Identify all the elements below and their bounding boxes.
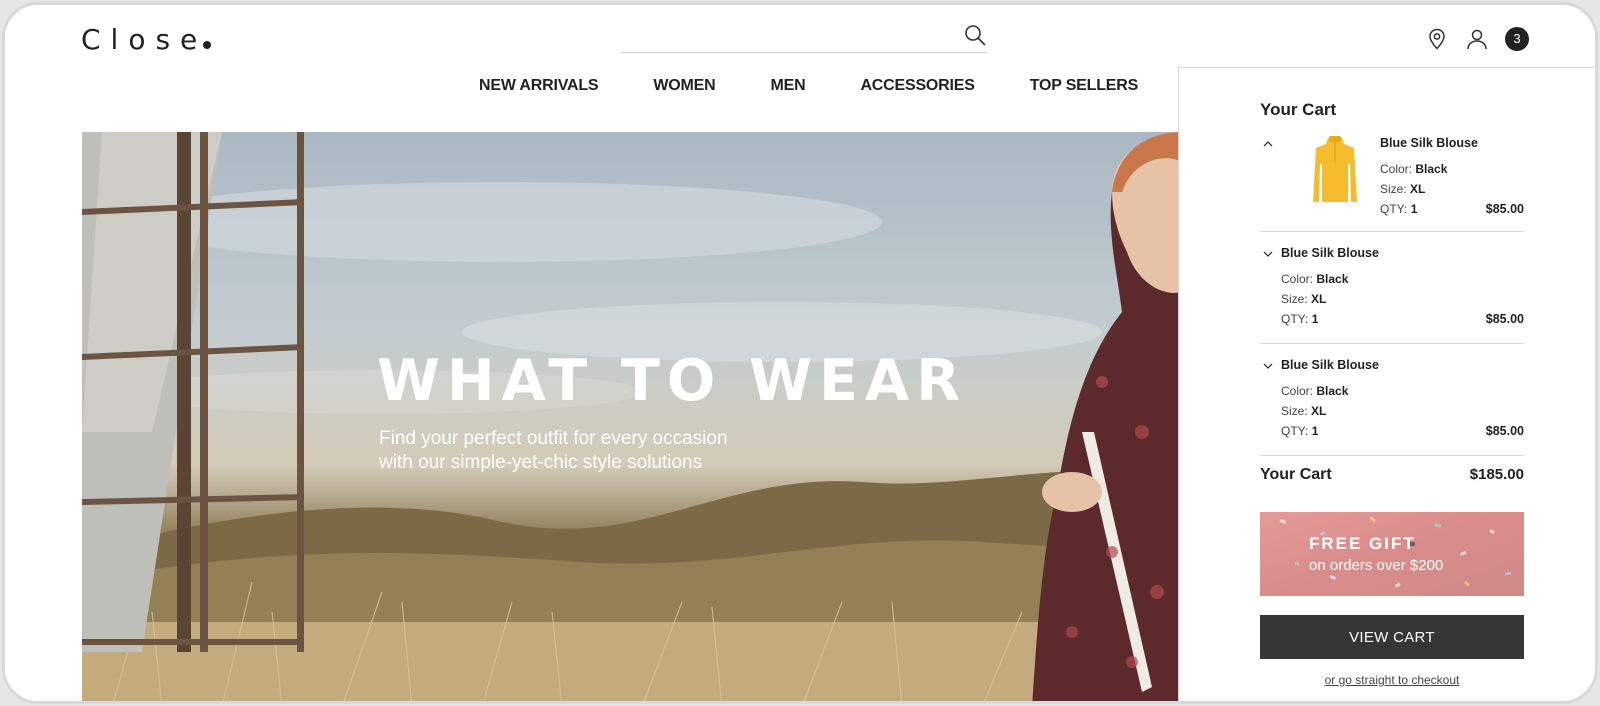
color-label: Color:	[1281, 272, 1314, 286]
cart-item-name[interactable]: Blue Silk Blouse	[1281, 246, 1524, 260]
cart-item-price: $85.00	[1485, 424, 1524, 438]
cart-total-label: Your Cart	[1260, 466, 1332, 483]
cart-item: Blue Silk Blouse Color: Black Size: XL Q…	[1260, 344, 1524, 456]
hero-subtitle: Find your perfect outfit for every occas…	[379, 427, 799, 475]
size-label: Size:	[1281, 292, 1308, 306]
nav-item-top-sellers[interactable]: TOP SELLERS	[1030, 77, 1139, 95]
nav-item-new-arrivals[interactable]: NEW ARRIVALS	[479, 77, 599, 95]
cart-total-value: $185.00	[1469, 466, 1524, 483]
qty-value: 1	[1311, 424, 1319, 438]
search-input[interactable]	[621, 21, 951, 51]
color-value: Black	[1316, 272, 1349, 286]
nav-item-men[interactable]: MEN	[770, 77, 805, 95]
color-label: Color:	[1380, 162, 1413, 176]
cart-item: Blue Silk Blouse Color: Black Size: XL Q…	[1260, 132, 1524, 232]
cart-item-name[interactable]: Blue Silk Blouse	[1281, 358, 1524, 372]
confetti-graphic	[1279, 516, 1512, 588]
browser-frame: Close 3 NEW ARRIVALS WOMEN MEN ACCESSORI…	[2, 2, 1598, 704]
chevron-down-icon[interactable]	[1262, 248, 1274, 260]
cart-title: Your Cart	[1260, 100, 1337, 119]
cart-item: Blue Silk Blouse Color: Black Size: XL Q…	[1260, 232, 1524, 344]
cart-total: Your Cart $185.00	[1260, 466, 1524, 484]
hero-banner: WHAT TO WEAR Find your perfect outfit fo…	[82, 132, 1182, 701]
size-label: Size:	[1281, 404, 1308, 418]
cart-item-color: Color: Black	[1281, 269, 1524, 289]
cart-item-size: Size: XL	[1281, 401, 1524, 421]
nav-item-accessories[interactable]: ACCESSORIES	[860, 77, 974, 95]
hero-subtitle-line-2: with our simple-yet-chic style solutions	[379, 452, 703, 473]
cart-item-size: Size: XL	[1380, 179, 1524, 199]
brand-logo-text: Close	[81, 23, 208, 56]
promo-title: FREE GIFT	[1309, 534, 1416, 553]
cart-item-color: Color: Black	[1380, 159, 1524, 179]
cart-item-details: Blue Silk Blouse Color: Black Size: XL Q…	[1281, 246, 1524, 329]
location-pin-icon[interactable]	[1425, 27, 1449, 51]
cart-count-badge[interactable]: 3	[1505, 27, 1529, 51]
cart-dropdown-panel: Your Cart Blue Silk Blouse Color: Black …	[1178, 67, 1595, 701]
product-thumbnail[interactable]	[1310, 134, 1360, 206]
chevron-down-icon[interactable]	[1262, 360, 1274, 372]
color-value: Black	[1316, 384, 1349, 398]
main-nav: NEW ARRIVALS WOMEN MEN ACCESSORIES TOP S…	[479, 77, 1138, 95]
brand-logo[interactable]: Close	[81, 23, 212, 56]
qty-label: QTY:	[1380, 202, 1408, 216]
color-label: Color:	[1281, 384, 1314, 398]
qty-label: QTY:	[1281, 424, 1309, 438]
cart-item-details: Blue Silk Blouse Color: Black Size: XL Q…	[1281, 358, 1524, 441]
size-value: XL	[1311, 404, 1327, 418]
search-icon[interactable]	[963, 23, 987, 47]
size-value: XL	[1410, 182, 1426, 196]
qty-value: 1	[1311, 312, 1319, 326]
cart-item-size: Size: XL	[1281, 289, 1524, 309]
cart-item-price: $85.00	[1485, 312, 1524, 326]
cart-item-price: $85.00	[1485, 202, 1524, 216]
checkout-link[interactable]: or go straight to checkout	[1260, 673, 1524, 687]
promo-subtitle: on orders over $200	[1309, 557, 1444, 574]
hero-subtitle-line-1: Find your perfect outfit for every occas…	[379, 428, 728, 449]
chevron-up-icon[interactable]	[1262, 138, 1274, 150]
cart-item-details: Blue Silk Blouse Color: Black Size: XL Q…	[1380, 136, 1524, 219]
free-gift-promo[interactable]: FREE GIFT on orders over $200	[1260, 512, 1524, 596]
brand-logo-dot	[203, 41, 212, 49]
hero-title: WHAT TO WEAR	[377, 348, 967, 414]
qty-value: 1	[1410, 202, 1418, 216]
header-actions: 3	[1425, 27, 1529, 51]
hero-image	[82, 132, 1182, 701]
size-label: Size:	[1380, 182, 1407, 196]
view-cart-button[interactable]: VIEW CART	[1260, 615, 1524, 659]
nav-item-women[interactable]: WOMEN	[653, 77, 715, 95]
color-value: Black	[1415, 162, 1448, 176]
user-icon[interactable]	[1465, 27, 1489, 51]
cart-item-color: Color: Black	[1281, 381, 1524, 401]
cart-item-name[interactable]: Blue Silk Blouse	[1380, 136, 1524, 150]
qty-label: QTY:	[1281, 312, 1309, 326]
size-value: XL	[1311, 292, 1327, 306]
cart-item-list: Blue Silk Blouse Color: Black Size: XL Q…	[1260, 132, 1524, 456]
search-bar	[621, 21, 987, 53]
